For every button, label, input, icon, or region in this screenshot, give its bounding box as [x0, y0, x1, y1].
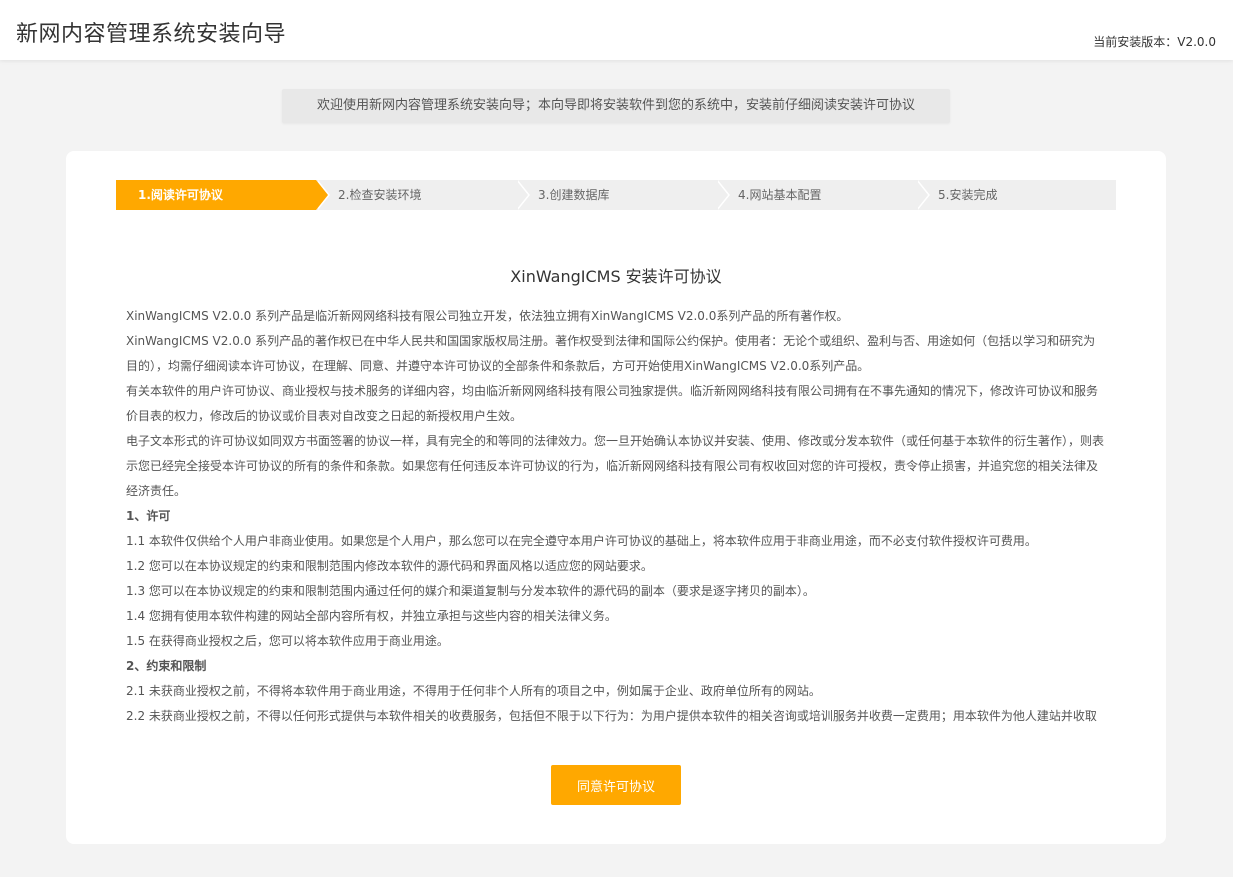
license-paragraph: 1.3 您可以在本协议规定的约束和限制范围内通过任何的媒介和渠道复制与分发本软件… [126, 584, 815, 598]
license-section-heading: 1、许可 [126, 509, 171, 523]
license-paragraph: XinWangICMS V2.0.0 系列产品的著作权已在中华人民共和国国家版权… [126, 334, 1096, 373]
license-paragraph: 1.5 在获得商业授权之后，您可以将本软件应用于商业用途。 [126, 634, 449, 648]
license-section-heading: 2、约束和限制 [126, 659, 207, 673]
app-header: 新网内容管理系统安装向导 当前安装版本：V2.0.0 [0, 0, 1233, 60]
license-paragraph: XinWangICMS V2.0.0 系列产品是临沂新网网络科技有限公司独立开发… [126, 309, 849, 323]
license-text[interactable]: XinWangICMS V2.0.0 系列产品是临沂新网网络科技有限公司独立开发… [126, 304, 1106, 728]
step-arrow [716, 180, 728, 210]
step-progress: 1.阅读许可协议 2.检查安装环境 3.创建数据库 4.网站基本配置 5.安装完… [116, 180, 1116, 210]
step-create-database: 3.创建数据库 [516, 180, 730, 210]
step-label: 5.安装完成 [938, 188, 998, 202]
page-title: 新网内容管理系统安装向导 [16, 22, 287, 47]
step-arrow [316, 180, 328, 210]
step-arrow [916, 180, 928, 210]
step-check-environment: 2.检查安装环境 [316, 180, 530, 210]
license-title: XinWangICMS 安装许可协议 [510, 267, 722, 286]
install-card: 1.阅读许可协议 2.检查安装环境 3.创建数据库 4.网站基本配置 5.安装完… [66, 151, 1166, 844]
step-arrow [516, 180, 528, 210]
license-paragraph: 1.1 本软件仅供给个人用户非商业使用。如果您是个人用户，那么您可以在完全遵守本… [126, 534, 1037, 548]
license-paragraph: 1.2 您可以在本协议规定的约束和限制范围内修改本软件的源代码和界面风格以适应您… [126, 559, 653, 573]
welcome-banner: 欢迎使用新网内容管理系统安装向导；本向导即将安装软件到您的系统中，安装前仔细阅读… [282, 89, 950, 123]
license-paragraph: 有关本软件的用户许可协议、商业授权与技术服务的详细内容，均由临沂新网网络科技有限… [126, 384, 1099, 423]
step-label: 2.检查安装环境 [338, 188, 422, 202]
license-paragraph: 电子文本形式的许可协议如同双方书面签署的协议一样，具有完全的和等同的法律效力。您… [126, 434, 1105, 498]
step-site-config: 4.网站基本配置 [716, 180, 930, 210]
agree-license-button[interactable]: 同意许可协议 [551, 765, 681, 805]
step-label: 4.网站基本配置 [738, 188, 822, 202]
step-install-complete: 5.安装完成 [916, 180, 1116, 210]
version-label: 当前安装版本：V2.0.0 [1093, 35, 1216, 49]
step-label: 1.阅读许可协议 [138, 188, 223, 202]
step-read-license: 1.阅读许可协议 [116, 180, 330, 210]
step-label: 3.创建数据库 [538, 188, 610, 202]
license-paragraph: 2.2 未获商业授权之前，不得以任何形式提供与本软件相关的收费服务，包括但不限于… [126, 709, 1097, 723]
license-paragraph: 1.4 您拥有使用本软件构建的网站全部内容所有权，并独立承担与这些内容的相关法律… [126, 609, 617, 623]
license-paragraph: 2.1 未获商业授权之前，不得将本软件用于商业用途，不得用于任何非个人所有的项目… [126, 684, 821, 698]
